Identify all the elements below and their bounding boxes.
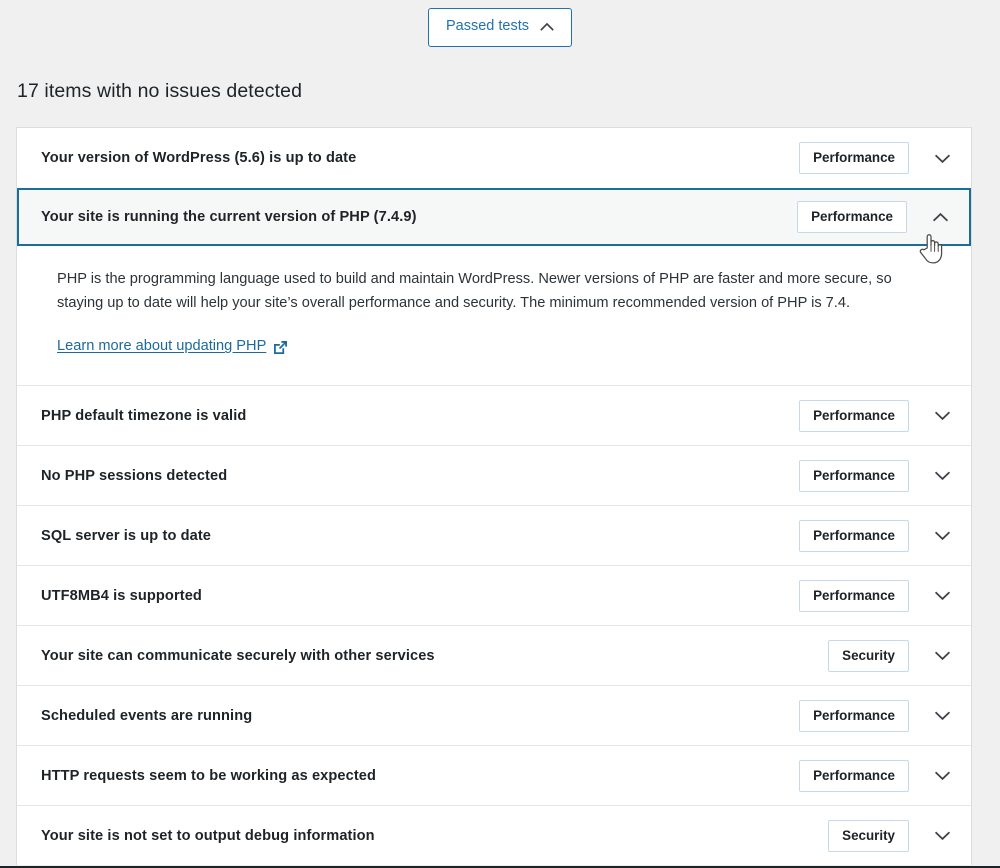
- status-badge: Performance: [799, 579, 909, 612]
- accordion-row-header[interactable]: HTTP requests seem to be working as expe…: [17, 745, 971, 806]
- page-title: 17 items with no issues detected: [17, 80, 303, 102]
- status-badge: Performance: [799, 519, 909, 552]
- accordion-row-title: Your version of WordPress (5.6) is up to…: [41, 150, 357, 166]
- accordion-row-title: Scheduled events are running: [41, 707, 253, 724]
- accordion-row-header[interactable]: SQL server is up to date Performance: [17, 505, 971, 566]
- status-badge: Security: [828, 819, 909, 852]
- accordion-row-header[interactable]: Your version of WordPress (5.6) is up to…: [17, 128, 971, 188]
- external-link-icon: [273, 340, 288, 355]
- status-badge: Security: [828, 639, 909, 672]
- chevron-down-icon[interactable]: [927, 401, 957, 431]
- passed-tests-toggle-label: Passed tests: [445, 18, 529, 35]
- accordion-row: HTTP requests seem to be working as expe…: [17, 745, 971, 806]
- accordion-row: Your version of WordPress (5.6) is up to…: [17, 128, 971, 188]
- chevron-down-icon[interactable]: [927, 821, 957, 851]
- chevron-down-icon[interactable]: [927, 521, 957, 551]
- chevron-down-icon[interactable]: [927, 701, 957, 731]
- passed-tests-accordion: Your version of WordPress (5.6) is up to…: [16, 127, 972, 866]
- status-badge: Performance: [799, 759, 909, 792]
- accordion-row-title: PHP default timezone is valid: [41, 407, 247, 424]
- accordion-row: PHP default timezone is valid Performance: [17, 385, 971, 446]
- accordion-row-panel: PHP is the programming language used to …: [17, 246, 971, 386]
- learn-more-link[interactable]: Learn more about updating PHP: [57, 338, 288, 354]
- accordion-row-header[interactable]: UTF8MB4 is supported Performance: [17, 565, 971, 626]
- accordion-row-title: Your site can communicate securely with …: [41, 647, 435, 664]
- accordion-row-header[interactable]: Your site is running the current version…: [17, 188, 971, 246]
- accordion-row-title: HTTP requests seem to be working as expe…: [41, 767, 377, 784]
- status-badge: Performance: [799, 142, 909, 174]
- chevron-down-icon[interactable]: [927, 461, 957, 491]
- panel-description: PHP is the programming language used to …: [57, 271, 892, 311]
- chevron-down-icon[interactable]: [927, 581, 957, 611]
- accordion-row: Your site is not set to output debug inf…: [17, 805, 971, 866]
- accordion-row: Scheduled events are running Performance: [17, 685, 971, 746]
- accordion-row-header[interactable]: Your site is not set to output debug inf…: [17, 805, 971, 866]
- accordion-row-header[interactable]: No PHP sessions detected Performance: [17, 445, 971, 506]
- chevron-up-icon[interactable]: [925, 202, 955, 232]
- chevron-down-icon[interactable]: [927, 761, 957, 791]
- accordion-row: Your site can communicate securely with …: [17, 625, 971, 686]
- status-badge: Performance: [799, 699, 909, 732]
- status-badge: Performance: [799, 399, 909, 432]
- accordion-row: Your site is running the current version…: [17, 188, 971, 386]
- status-badge: Performance: [799, 459, 909, 492]
- accordion-row-title: SQL server is up to date: [41, 527, 212, 544]
- chevron-down-icon[interactable]: [927, 641, 957, 671]
- status-badge: Performance: [797, 201, 907, 233]
- accordion-row-header[interactable]: Your site can communicate securely with …: [17, 625, 971, 686]
- accordion-row: UTF8MB4 is supported Performance: [17, 565, 971, 626]
- chevron-up-icon: [539, 19, 555, 35]
- passed-tests-toggle-button[interactable]: Passed tests: [427, 7, 572, 47]
- learn-more-link-label: Learn more about updating PHP: [57, 338, 267, 355]
- accordion-row-title: UTF8MB4 is supported: [41, 587, 202, 604]
- site-health-passed-tests-page: Passed tests 17 items with no issues det…: [0, 0, 1000, 868]
- accordion-row: SQL server is up to date Performance: [17, 505, 971, 566]
- accordion-row-title: No PHP sessions detected: [41, 467, 228, 484]
- accordion-row-title: Your site is running the current version…: [41, 209, 417, 225]
- passed-tests-toolbar: Passed tests: [0, 0, 1000, 54]
- accordion-row-title: Your site is not set to output debug inf…: [41, 827, 375, 844]
- accordion-row-header[interactable]: PHP default timezone is valid Performance: [17, 385, 971, 446]
- chevron-down-icon[interactable]: [927, 143, 957, 173]
- accordion-row: No PHP sessions detected Performance: [17, 445, 971, 506]
- accordion-row-header[interactable]: Scheduled events are running Performance: [17, 685, 971, 746]
